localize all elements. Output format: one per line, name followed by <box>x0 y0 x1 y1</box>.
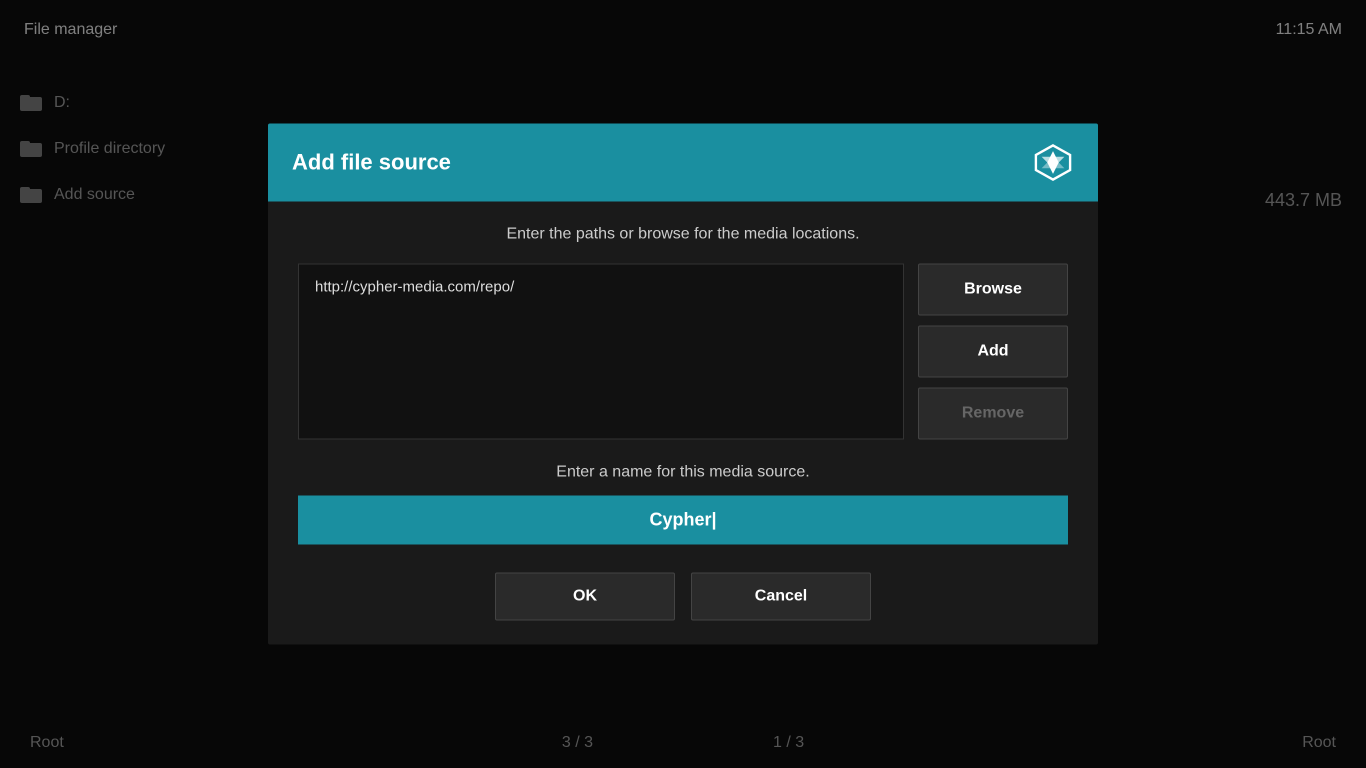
browse-button[interactable]: Browse <box>918 264 1068 316</box>
name-input[interactable] <box>318 510 1048 531</box>
path-buttons: Browse Add Remove <box>918 264 1068 440</box>
remove-button[interactable]: Remove <box>918 388 1068 440</box>
path-input-container[interactable] <box>298 264 904 440</box>
modal-header: Add file source <box>268 124 1098 202</box>
name-label: Enter a name for this media source. <box>298 464 1068 482</box>
modal-body: Enter the paths or browse for the media … <box>268 202 1098 645</box>
ok-button[interactable]: OK <box>495 573 675 621</box>
modal-description: Enter the paths or browse for the media … <box>298 226 1068 244</box>
modal-title: Add file source <box>292 150 451 176</box>
modal-footer: OK Cancel <box>298 573 1068 621</box>
add-button[interactable]: Add <box>918 326 1068 378</box>
path-input[interactable] <box>315 279 887 296</box>
cancel-button[interactable]: Cancel <box>691 573 871 621</box>
add-file-source-dialog: Add file source Enter the paths or brows… <box>268 124 1098 645</box>
kodi-logo-icon <box>1032 142 1074 184</box>
path-area: Browse Add Remove <box>298 264 1068 440</box>
name-input-container[interactable] <box>298 496 1068 545</box>
